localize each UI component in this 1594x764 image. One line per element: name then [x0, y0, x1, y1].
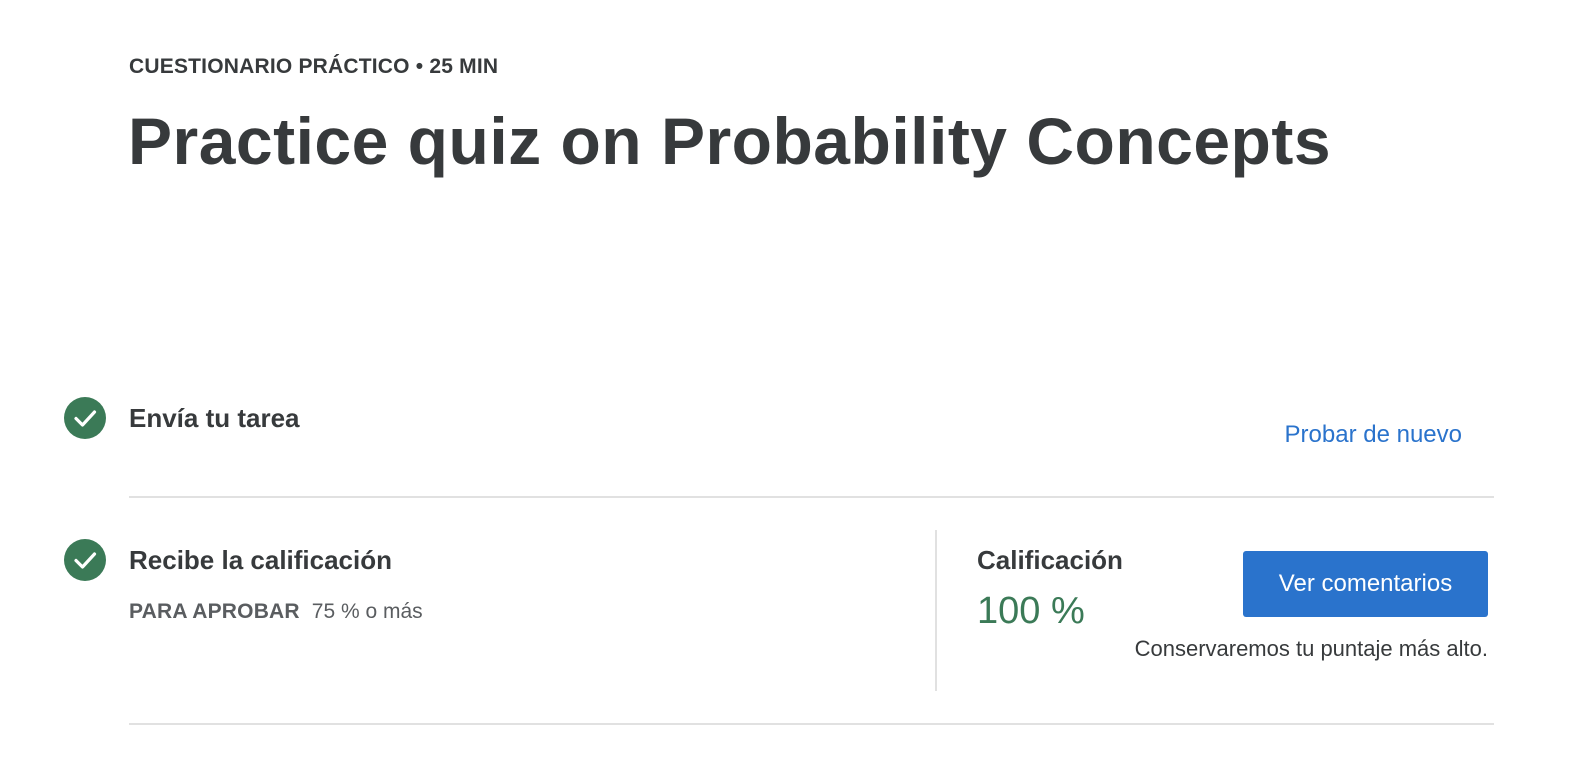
passing-requirement: PARA APROBAR 75 % o más — [129, 600, 423, 624]
page-title: Practice quiz on Probability Concepts — [128, 104, 1332, 178]
highest-score-note: Conservaremos tu puntaje más alto. — [1134, 636, 1488, 661]
divider — [129, 723, 1494, 725]
check-circle-icon — [64, 397, 106, 439]
divider — [129, 496, 1494, 498]
view-feedback-button[interactable]: Ver comentarios — [1243, 551, 1488, 617]
check-circle-icon — [64, 539, 106, 581]
step-submit-title: Envía tu tarea — [129, 403, 300, 433]
quiz-type-duration: CUESTIONARIO PRÁCTICO • 25 MIN — [129, 55, 499, 78]
grade-label: Calificación — [977, 545, 1123, 575]
try-again-link[interactable]: Probar de nuevo — [1285, 421, 1462, 449]
vertical-divider — [935, 530, 937, 691]
passing-value: 75 % o más — [311, 600, 423, 623]
passing-label: PARA APROBAR — [129, 600, 300, 623]
grade-value: 100 % — [977, 590, 1085, 632]
step-grade-title: Recibe la calificación — [129, 545, 393, 575]
